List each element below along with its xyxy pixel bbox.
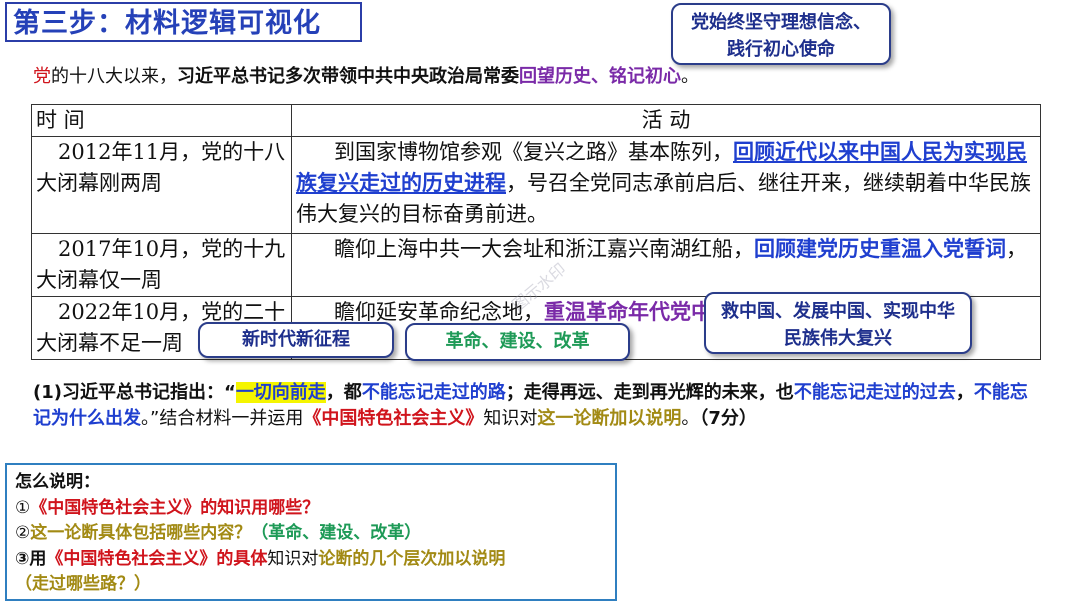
act-plain: 瞻仰上海中共一大会址和浙江嘉兴南湖红船， (334, 237, 754, 261)
q-p5: ；走得再远、走到再光辉的未来，也 (505, 382, 794, 403)
q-p13: 。 (681, 408, 700, 429)
callout-new-era: 新时代新征程 (198, 322, 394, 358)
callout-new-era-text: 新时代新征程 (242, 329, 350, 350)
q-p4: 不能忘记走过的路 (361, 382, 506, 403)
header-time: 时 间 (31, 104, 292, 137)
row-time: 2017年10月，党的十九大闭幕仅一周 (31, 233, 292, 297)
table-row: 2012年11月，党的十八大闭幕刚两周 到国家博物馆参观《复兴之路》基本陈列，回… (31, 136, 1041, 234)
how-heading: 怎么说明： (15, 472, 100, 492)
q-p11: 知识对 (483, 408, 538, 429)
how-l2-green: （革命、建设、改革） (251, 523, 422, 543)
q-p7: ， (955, 382, 974, 403)
q-p10: 《中国特色社会主义》 (303, 408, 484, 429)
q-p9: 。”结合材料一并运用 (141, 408, 304, 429)
act-plain-tail: ， (1006, 237, 1027, 261)
intro-text: 党的十八大以来，习近平总书记多次带领中共中央政治局常委回望历史、铭记初心。 (33, 64, 1013, 90)
callout-save-china-text: 救中国、发展中国、实现中华民族伟大复兴 (721, 301, 955, 349)
how-l3-plain: 知识对 (267, 548, 319, 569)
how-line-3: ③用《中国特色社会主义》的具体知识对论断的几个层次加以说明 (15, 547, 607, 573)
how-l1-prefix: ① (15, 497, 31, 518)
intro-part2: 习近平总书记多次带领中共中央政治局常委 (177, 66, 519, 87)
how-line-4: （走过哪些路？） (15, 574, 151, 594)
q-p12: 这一论断加以说明 (537, 408, 682, 429)
how-l2-prefix: ② (15, 523, 31, 543)
intro-party: 党 (33, 66, 51, 87)
row-time: 2012年11月，党的十八大闭幕刚两周 (31, 136, 292, 234)
how-line-2: ②这一论断具体包括哪些内容？（革命、建设、改革） (15, 521, 607, 547)
callout-mission: 党始终坚守理想信念、践行初心使命 (671, 3, 891, 65)
q-p1: (1)习近平总书记指出：“ (33, 382, 236, 403)
callout-revolution-text: 革命、建设、改革 (445, 331, 590, 352)
how-l1-red: 《中国特色社会主义》 (30, 497, 201, 518)
q-p14: （7分） (699, 408, 757, 429)
how-line-1: ①《中国特色社会主义》的知识用哪些？ (15, 496, 607, 522)
q-p2: 一切向前走 (235, 382, 326, 403)
act-plain: 到国家博物馆参观《复兴之路》基本陈列， (334, 140, 733, 164)
page-title: 第三步：材料逻辑可视化 (5, 2, 362, 42)
how-l1-rest: 的知识用哪些？ (200, 497, 320, 518)
q-p6: 不能忘记走过的过去 (793, 382, 956, 403)
intro-part3: 回望历史、铭记初心 (519, 66, 681, 87)
callout-mission-text: 党始终坚守理想信念、践行初心使命 (691, 12, 871, 60)
row-activity: 瞻仰上海中共一大会址和浙江嘉兴南湖红船，回顾建党历史重温入党誓词， (291, 233, 1041, 297)
table-header-row: 时 间 活 动 (31, 104, 1041, 137)
act-highlight: 回顾建党历史重温入党誓词 (754, 237, 1006, 261)
how-l3-mid: 的具体 (216, 548, 268, 569)
how-l3-olive: 论断的几个层次加以说明 (318, 548, 506, 569)
how-l3-prefix: ③用 (15, 548, 47, 569)
question-text: (1)习近平总书记指出：“一切向前走，都不能忘记走过的路；走得再远、走到再光辉的… (33, 380, 1043, 432)
row-activity: 到国家博物馆参观《复兴之路》基本陈列，回顾近代以来中国人民为实现民族复兴走过的历… (291, 136, 1041, 234)
how-l3-red: 《中国特色社会主义》 (46, 548, 217, 569)
callout-save-china: 救中国、发展中国、实现中华民族伟大复兴 (704, 292, 972, 354)
how-to-explain-box: 怎么说明： ①《中国特色社会主义》的知识用哪些？ ②这一论断具体包括哪些内容？（… (5, 463, 617, 601)
intro-part1: 的十八大以来， (51, 66, 177, 87)
header-activity: 活 动 (291, 104, 1041, 137)
intro-end: 。 (681, 66, 699, 87)
how-l2-olive: 这一论断具体包括哪些内容？ (30, 523, 252, 543)
callout-revolution: 革命、建设、改革 (405, 323, 630, 361)
q-p3: ，都 (325, 382, 362, 403)
